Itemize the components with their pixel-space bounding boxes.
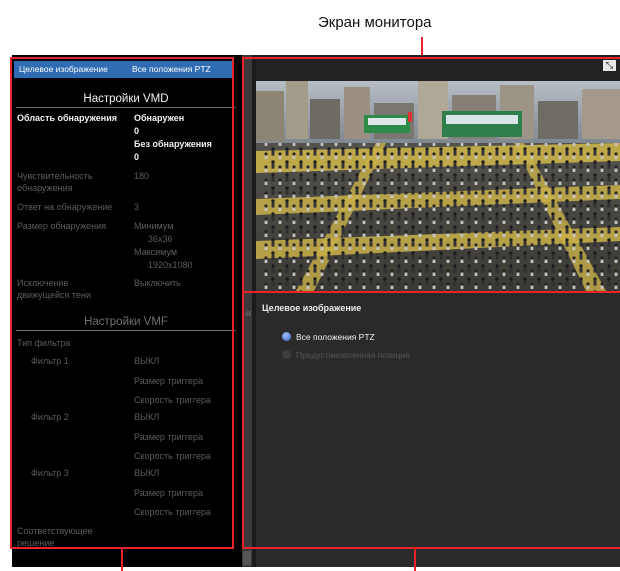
callout-line-bottom-right — [414, 549, 416, 571]
callout-line-bottom-left — [121, 549, 123, 571]
scrollbar-thumb[interactable] — [243, 551, 251, 565]
callout-box-settings — [10, 57, 234, 549]
callout-monitor-screen: Экран монитора — [318, 14, 432, 31]
callout-box-monitor — [242, 57, 620, 293]
callout-box-target-panel — [242, 291, 620, 549]
